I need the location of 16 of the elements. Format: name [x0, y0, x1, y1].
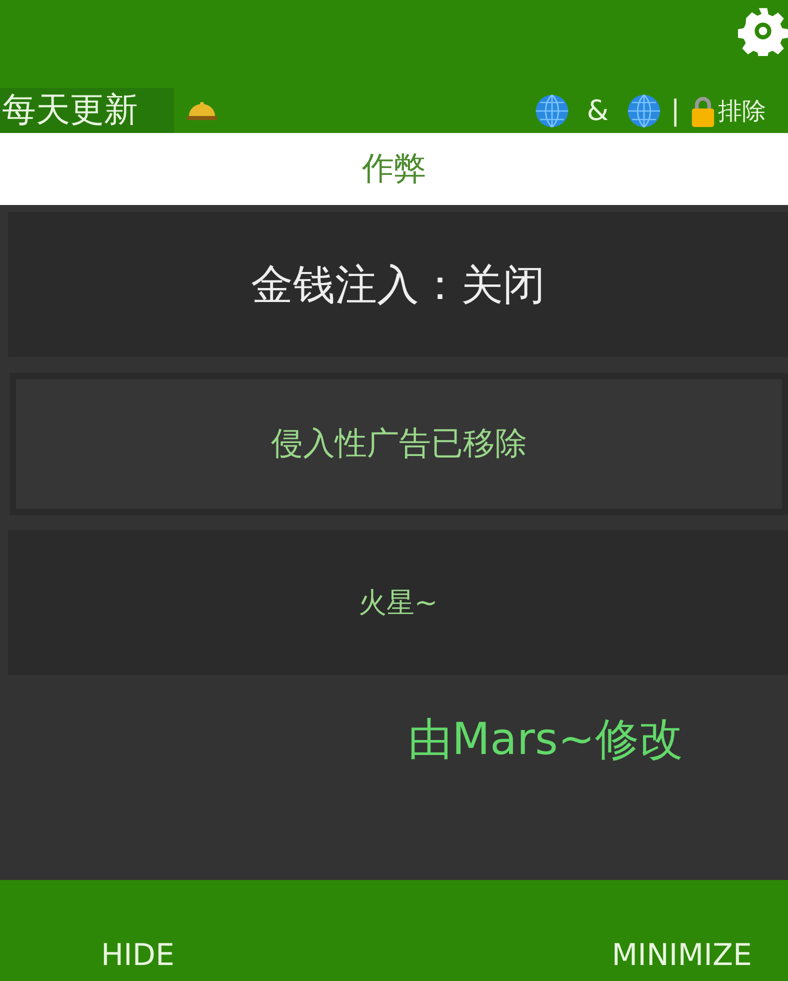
mars-panel: 火星~	[8, 530, 788, 675]
cheat-tab[interactable]: 作弊	[0, 133, 788, 205]
ampersand-text: &	[586, 94, 609, 127]
globe-icon[interactable]	[534, 94, 569, 128]
money-toggle[interactable]: 金钱注入：关闭	[8, 212, 788, 357]
exclude-link[interactable]: 排除	[718, 94, 766, 126]
ads-removed-panel: 侵入性广告已移除	[10, 373, 788, 515]
globe-icon[interactable]	[626, 94, 661, 128]
lock-icon	[690, 94, 716, 126]
bell-icon	[186, 102, 218, 120]
update-label: 每天更新	[0, 88, 174, 133]
minimize-button[interactable]: MINIMIZE	[606, 934, 758, 977]
settings-icon[interactable]	[738, 6, 788, 56]
separator-text: |	[670, 94, 680, 127]
hide-button[interactable]: HIDE	[95, 934, 180, 977]
credit-text: 由Mars~修改	[408, 713, 684, 767]
